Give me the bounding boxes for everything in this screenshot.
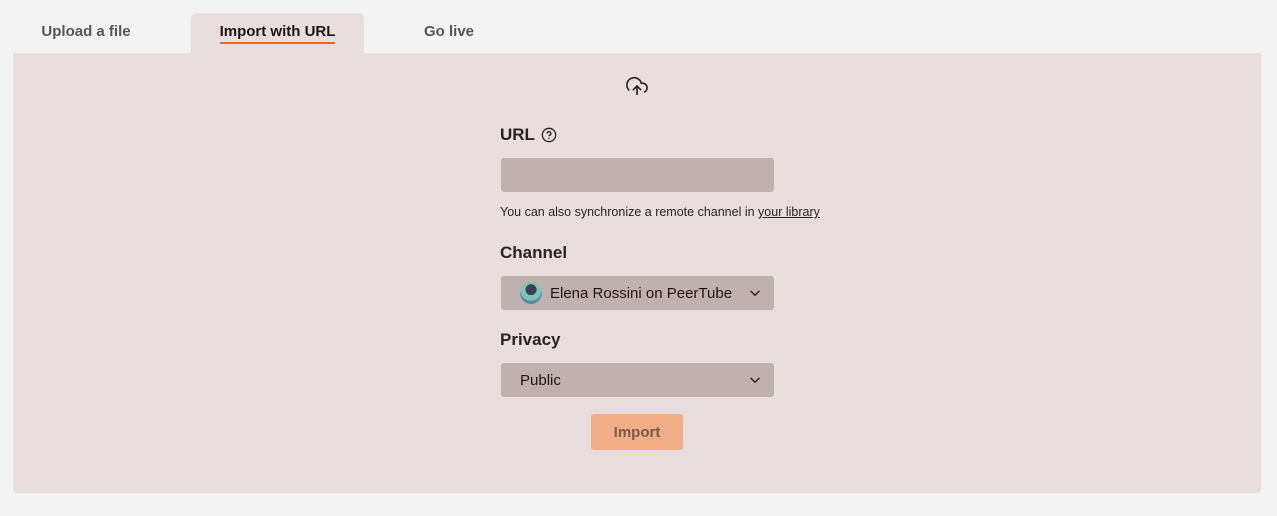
channel-select[interactable]: Elena Rossini on PeerTube (501, 276, 774, 310)
channel-select-value: Elena Rossini on PeerTube (550, 284, 733, 302)
url-label: URL (500, 125, 535, 144)
url-input[interactable] (501, 158, 774, 192)
tab-bar: Upload a file Import with URL Go live (13, 13, 1261, 53)
tab-import-url[interactable]: Import with URL (191, 13, 364, 53)
chevron-down-icon (750, 290, 760, 296)
tab-go-live[interactable]: Go live (384, 13, 514, 53)
tab-import-url-label: Import with URL (219, 23, 336, 44)
channel-avatar (520, 282, 542, 304)
tab-upload-file[interactable]: Upload a file (13, 13, 159, 53)
import-button[interactable]: Import (591, 414, 683, 450)
privacy-label: Privacy (500, 330, 561, 349)
tab-go-live-label: Go live (423, 23, 475, 40)
cloud-upload-icon (626, 76, 648, 96)
import-panel: URL You can also synchronize a remote ch… (13, 53, 1261, 493)
your-library-link[interactable]: your library (758, 205, 820, 219)
privacy-select-value: Public (520, 371, 561, 389)
sync-hint-text: You can also synchronize a remote channe… (500, 205, 759, 219)
help-circle-icon[interactable] (541, 127, 557, 143)
sync-hint: You can also synchronize a remote channe… (500, 205, 820, 219)
url-label-row: URL (500, 125, 557, 145)
channel-label: Channel (500, 243, 568, 262)
chevron-down-icon (750, 377, 760, 383)
tab-upload-file-label: Upload a file (41, 23, 131, 40)
privacy-select[interactable]: Public (501, 363, 774, 397)
